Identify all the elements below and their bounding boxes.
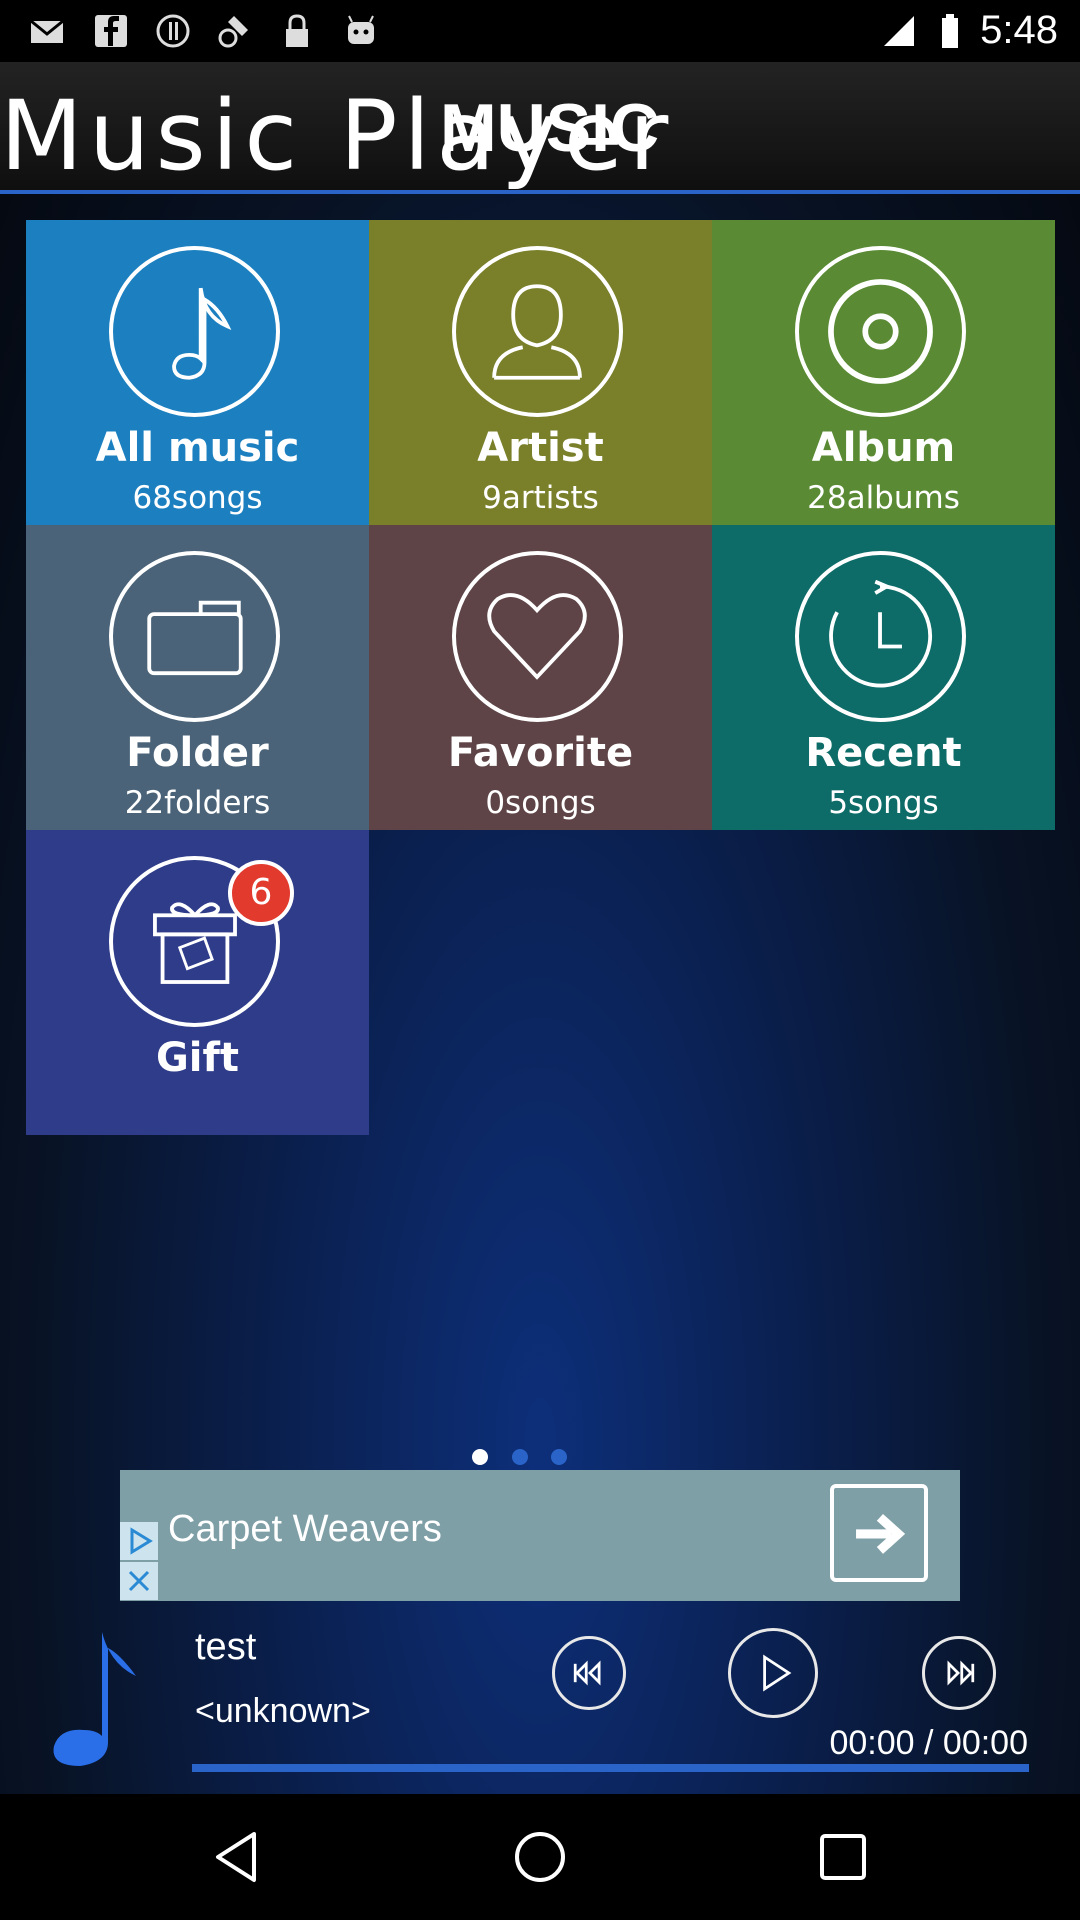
tile-label: Artist <box>477 425 604 471</box>
signal-icon <box>884 16 914 46</box>
tile-count: 22folders <box>124 785 271 821</box>
tile-all-music[interactable]: All music 68songs <box>26 220 369 525</box>
ad-choices-icon[interactable] <box>120 1522 158 1560</box>
tile-count: 5songs <box>828 785 939 821</box>
navigation-bar <box>0 1794 1080 1920</box>
tile-favorite[interactable]: Favorite 0songs <box>369 525 712 830</box>
tile-recent[interactable]: Recent 5songs <box>712 525 1055 830</box>
clock-time: 5:48 <box>980 8 1058 52</box>
tile-label: Gift <box>155 1035 240 1081</box>
next-button[interactable] <box>922 1636 996 1710</box>
lock-icon <box>286 14 308 47</box>
playback-time: 00:00 / 00:00 <box>829 1724 1028 1762</box>
ad-arrow-button[interactable] <box>830 1484 928 1582</box>
skip-forward-icon <box>947 1660 975 1686</box>
tile-artist[interactable]: Artist 9artists <box>369 220 712 525</box>
page-dot[interactable] <box>512 1449 528 1465</box>
tile-count: 68songs <box>132 480 263 516</box>
person-icon <box>452 246 623 417</box>
disc-icon <box>795 246 966 417</box>
page-dot[interactable] <box>551 1449 567 1465</box>
notification-badge: 6 <box>228 860 294 926</box>
screen: 5:48 Music Player MUSIC All music 68song… <box>0 0 1080 1920</box>
battery-icon <box>942 14 958 48</box>
track-artist: <unknown> <box>195 1692 371 1730</box>
recents-icon[interactable] <box>810 1824 876 1890</box>
tile-album[interactable]: Album 28albums <box>712 220 1055 525</box>
tile-label: Folder <box>126 730 269 776</box>
track-title: test <box>195 1626 257 1668</box>
play-icon <box>763 1654 792 1692</box>
fake-gps-icon <box>218 16 248 48</box>
heart-icon <box>452 551 623 722</box>
clock-icon <box>795 551 966 722</box>
status-bar: 5:48 <box>0 0 1080 62</box>
folder-icon <box>109 551 280 722</box>
ad-banner[interactable]: Carpet Weavers <box>120 1470 960 1601</box>
back-icon[interactable] <box>204 1824 270 1890</box>
info-circle-icon <box>156 14 190 48</box>
tile-count: 28albums <box>807 480 960 516</box>
tile-label: Album <box>811 425 956 471</box>
skip-back-icon <box>573 1660 601 1686</box>
tile-label: All music <box>95 425 300 471</box>
page-title: MUSIC <box>440 90 660 166</box>
ad-close-icon[interactable] <box>120 1562 158 1600</box>
progress-bar[interactable] <box>192 1764 1029 1772</box>
tile-count: 9artists <box>482 480 599 516</box>
home-icon[interactable] <box>507 1824 573 1890</box>
tile-count: 0songs <box>485 785 596 821</box>
previous-button[interactable] <box>552 1636 626 1710</box>
tile-label: Recent <box>805 730 962 776</box>
play-button[interactable] <box>728 1628 818 1718</box>
tile-gift[interactable]: 6 Gift <box>26 830 369 1135</box>
music-note-icon <box>53 1632 136 1766</box>
title-bar: Music Player MUSIC <box>0 62 1080 194</box>
mail-icon <box>30 19 64 43</box>
facebook-icon <box>95 15 127 47</box>
mini-player[interactable]: test <unknown> 00:00 / 00:00 <box>0 1604 1080 1794</box>
page-dot-active[interactable] <box>472 1449 488 1465</box>
music-note-icon <box>109 246 280 417</box>
android-icon <box>348 15 374 44</box>
tile-folder[interactable]: Folder 22folders <box>26 525 369 830</box>
ad-title[interactable]: Carpet Weavers <box>168 1508 442 1551</box>
tile-label: Favorite <box>447 730 634 776</box>
progress-fill <box>192 1764 1029 1772</box>
